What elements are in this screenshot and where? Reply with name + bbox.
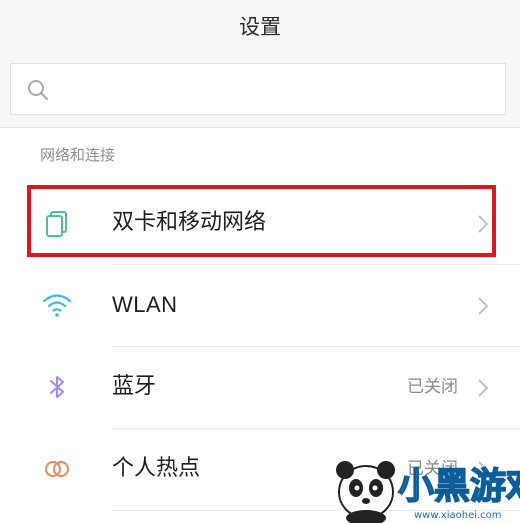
- search-input[interactable]: [63, 72, 487, 108]
- row-label: 个人热点: [112, 456, 201, 481]
- search-area: [0, 52, 520, 128]
- chevron-right-icon: [478, 215, 489, 233]
- title-bar: 设置: [0, 0, 520, 52]
- bluetooth-icon: [50, 376, 64, 398]
- dual-sim-icon: [46, 211, 67, 237]
- search-box[interactable]: [10, 63, 506, 115]
- wifi-icon: [42, 294, 72, 317]
- hotspot-icon: [45, 461, 69, 477]
- section-header: 网络和连接: [40, 146, 116, 164]
- watermark-logo: 小黑游戏 www.xiaohei.com: [336, 461, 520, 523]
- page-title: 设置: [239, 15, 281, 39]
- status-text: 已关闭: [407, 377, 458, 397]
- watermark-url: www.xiaohei.com: [414, 510, 502, 521]
- row-wlan[interactable]: WLAN: [0, 264, 520, 346]
- row-label: 双卡和移动网络: [112, 210, 267, 235]
- row-bluetooth[interactable]: 蓝牙 已关闭: [0, 346, 520, 428]
- watermark-brand: 小黑游戏: [398, 466, 520, 507]
- chevron-right-icon: [478, 379, 489, 397]
- row-dual-sim-mobile-network[interactable]: 双卡和移动网络: [0, 182, 520, 264]
- row-label: 蓝牙: [112, 374, 157, 399]
- chevron-right-icon: [478, 297, 489, 315]
- search-icon: [28, 80, 48, 100]
- row-label: WLAN: [112, 292, 178, 317]
